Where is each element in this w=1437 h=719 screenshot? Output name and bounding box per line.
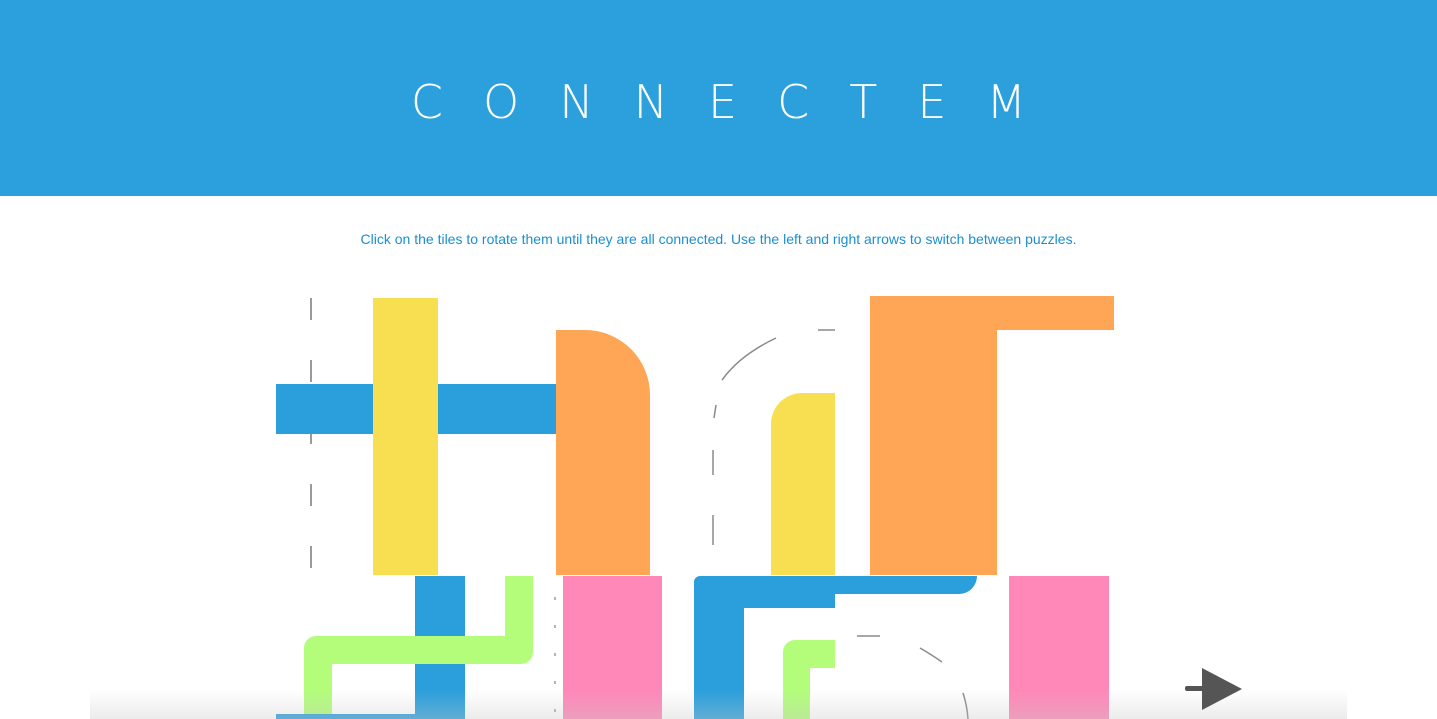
green-pipe-elbow [783,640,835,719]
pink-pipe [563,576,662,719]
orange-pipe-corner [870,296,1114,575]
pink-pipe [1009,576,1109,719]
next-puzzle-button[interactable] [1180,664,1246,714]
tile-blue-green[interactable] [276,576,533,719]
blue-pipe-curve [835,576,977,594]
puzzle-board [276,296,1114,719]
yellow-pipe-elbow [771,393,835,575]
tile-blue-ghost[interactable] [835,576,977,719]
yellow-pipe-vertical [373,298,438,575]
orange-pipe-elbow [556,330,650,575]
right-arrow-icon [1185,668,1242,710]
ghost-outline [857,635,969,719]
tile-pink-block-1[interactable] [554,576,662,719]
tile-cross-blue-yellow[interactable] [276,298,556,575]
tile-yellow-elbow[interactable] [712,329,835,575]
tile-orange-elbow[interactable] [556,330,650,575]
blue-pipe-stub [276,714,416,719]
tile-pink-block-2[interactable] [1009,576,1109,719]
tile-orange-corner[interactable] [870,296,1114,575]
tile-blue-corner[interactable] [694,576,835,719]
